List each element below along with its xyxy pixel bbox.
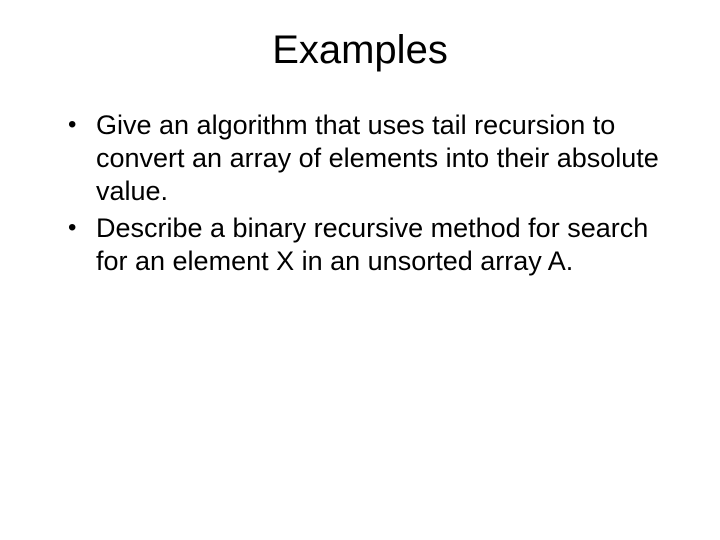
slide-title: Examples [40,28,680,73]
slide: Examples Give an algorithm that uses tai… [0,0,720,540]
bullet-list: Give an algorithm that uses tail recursi… [40,109,680,278]
list-item: Describe a binary recursive method for s… [68,212,680,278]
list-item: Give an algorithm that uses tail recursi… [68,109,680,208]
